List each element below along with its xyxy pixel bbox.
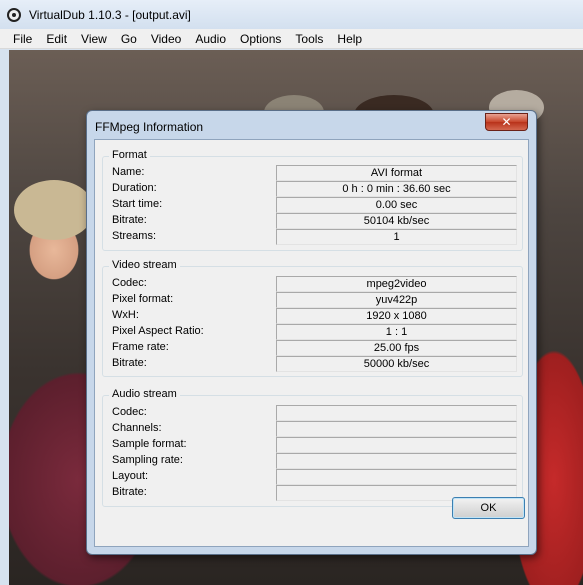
format-row: Start time: 0.00 sec xyxy=(112,197,522,213)
field-value xyxy=(276,421,517,437)
dialog-title: FFMpeg Information xyxy=(95,120,204,134)
menu-view[interactable]: View xyxy=(74,32,114,46)
menu-video[interactable]: Video xyxy=(144,32,188,46)
format-group: Format Name: AVI format Duration: 0 h : … xyxy=(102,149,523,251)
field-value xyxy=(276,437,517,453)
menu-audio[interactable]: Audio xyxy=(188,32,233,46)
field-value: 1 xyxy=(276,229,517,245)
field-value: mpeg2video xyxy=(276,276,517,292)
field-label: Frame rate: xyxy=(112,341,169,353)
video-row: Codec: mpeg2video xyxy=(112,276,522,292)
field-label: Codec: xyxy=(112,277,147,289)
menu-options[interactable]: Options xyxy=(233,32,288,46)
field-label: Pixel format: xyxy=(112,293,174,305)
audio-row: Codec: xyxy=(112,405,522,421)
field-value: 0.00 sec xyxy=(276,197,517,213)
field-value xyxy=(276,469,517,485)
menu-file[interactable]: File xyxy=(6,32,39,46)
field-label: Bitrate: xyxy=(112,214,147,226)
title-bar[interactable]: VirtualDub 1.10.3 - [output.avi] xyxy=(0,0,583,29)
video-row: Frame rate: 25.00 fps xyxy=(112,340,522,356)
format-row: Duration: 0 h : 0 min : 36.60 sec xyxy=(112,181,522,197)
group-label: Format xyxy=(109,149,150,161)
field-label: Sample format: xyxy=(112,438,187,450)
close-button[interactable]: ✕ xyxy=(485,113,528,131)
menu-tools[interactable]: Tools xyxy=(288,32,330,46)
field-label: Layout: xyxy=(112,470,149,482)
field-label: Sampling rate: xyxy=(112,454,183,466)
ok-button[interactable]: OK xyxy=(452,497,525,519)
field-value xyxy=(276,405,517,421)
field-label: Bitrate: xyxy=(112,486,147,498)
field-value: 50104 kb/sec xyxy=(276,213,517,229)
group-label: Audio stream xyxy=(109,388,180,400)
audio-row: Layout: xyxy=(112,469,522,485)
video-row: WxH: 1920 x 1080 xyxy=(112,308,522,324)
field-value: 25.00 fps xyxy=(276,340,517,356)
ffmpeg-info-dialog: FFMpeg Information ✕ Format Name: AVI fo… xyxy=(86,110,537,555)
menu-go[interactable]: Go xyxy=(114,32,144,46)
dialog-client: Format Name: AVI format Duration: 0 h : … xyxy=(94,139,529,547)
format-row: Name: AVI format xyxy=(112,165,522,181)
crowd-hair xyxy=(14,180,94,240)
video-row: Pixel Aspect Ratio: 1 : 1 xyxy=(112,324,522,340)
menu-help[interactable]: Help xyxy=(330,32,369,46)
field-value: 1 : 1 xyxy=(276,324,517,340)
video-row: Pixel format: yuv422p xyxy=(112,292,522,308)
film-reel-icon[interactable] xyxy=(6,7,22,23)
field-label: Bitrate: xyxy=(112,357,147,369)
field-label: Codec: xyxy=(112,406,147,418)
field-label: Streams: xyxy=(112,230,157,242)
window-title: VirtualDub 1.10.3 - [output.avi] xyxy=(29,7,191,22)
format-row: Streams: 1 xyxy=(112,229,522,245)
video-stream-group: Video stream Codec: mpeg2video Pixel for… xyxy=(102,259,523,377)
format-row: Bitrate: 50104 kb/sec xyxy=(112,213,522,229)
field-label: Name: xyxy=(112,166,145,178)
audio-row: Channels: xyxy=(112,421,522,437)
field-value: 50000 kb/sec xyxy=(276,356,517,372)
menu-edit[interactable]: Edit xyxy=(39,32,74,46)
audio-row: Sample format: xyxy=(112,437,522,453)
field-label: Duration: xyxy=(112,182,157,194)
field-value: AVI format xyxy=(276,165,517,181)
field-value: 1920 x 1080 xyxy=(276,308,517,324)
menu-bar: File Edit View Go Video Audio Options To… xyxy=(0,29,583,49)
field-label: WxH: xyxy=(112,309,139,321)
field-label: Pixel Aspect Ratio: xyxy=(112,325,204,337)
field-value: 0 h : 0 min : 36.60 sec xyxy=(276,181,517,197)
field-value: yuv422p xyxy=(276,292,517,308)
field-value xyxy=(276,453,517,469)
audio-stream-group: Audio stream Codec: Channels: Sample for… xyxy=(102,388,523,507)
field-label: Channels: xyxy=(112,422,162,434)
video-row: Bitrate: 50000 kb/sec xyxy=(112,356,522,372)
audio-row: Sampling rate: xyxy=(112,453,522,469)
field-label: Start time: xyxy=(112,198,163,210)
group-label: Video stream xyxy=(109,259,180,271)
